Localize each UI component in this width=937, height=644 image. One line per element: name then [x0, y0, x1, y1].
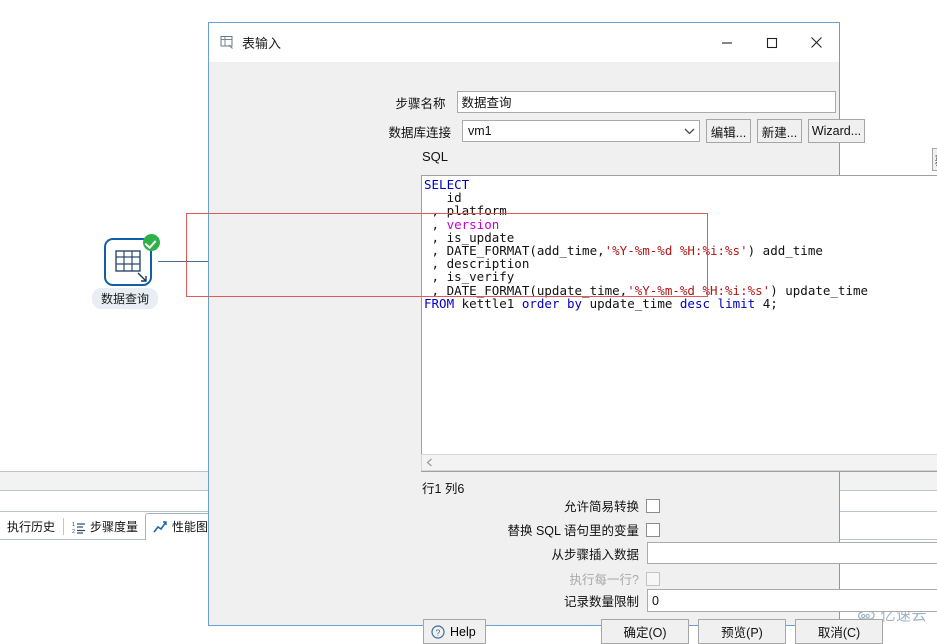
insert-from-step-select[interactable]	[647, 542, 937, 564]
tab-performance-graph-label: 性能图	[172, 520, 209, 534]
grid-glyph	[115, 250, 141, 272]
replace-variables-row: 替换 SQL 语句里的变量	[486, 520, 660, 539]
chevron-down-icon	[680, 121, 699, 141]
sql-token: FROM	[424, 295, 455, 311]
dialog-title: 表输入	[242, 36, 282, 51]
wizard-connection-button[interactable]: Wizard...	[808, 119, 865, 143]
sql-horizontal-scrollbar[interactable]	[421, 454, 937, 471]
scroll-left-icon[interactable]	[422, 455, 437, 470]
sql-section-label: SQL	[422, 149, 449, 164]
svg-text:2: 2	[72, 529, 75, 534]
window-controls	[704, 23, 839, 62]
sql-token: desc	[679, 295, 711, 311]
tab-step-metrics-label: 步骤度量	[90, 520, 139, 534]
question-circle-icon: ?	[431, 624, 445, 639]
step-name-label: 步骤名称	[395, 96, 446, 111]
allow-lazy-conversion-row: 允许简易转换	[561, 496, 660, 515]
sql-token: kettle1	[454, 295, 522, 311]
step-name-input[interactable]: 数据查询	[456, 91, 836, 113]
edit-connection-button[interactable]: 编辑...	[706, 119, 751, 143]
caret-position-status: 行1 列6	[422, 482, 465, 496]
database-connection-label: 数据库连接	[388, 125, 451, 140]
numbered-list-icon: 1 2	[72, 522, 86, 534]
database-connection-value: vm1	[468, 124, 492, 138]
sql-token: ) add_time	[747, 243, 823, 259]
cancel-button[interactable]: 取消(C)	[795, 619, 883, 644]
execute-each-row-label: 执行每一行?	[569, 573, 639, 587]
sql-token: ) update_time	[770, 282, 869, 298]
tab-execution-history[interactable]: 执行历史	[0, 514, 62, 540]
maximize-icon[interactable]	[749, 23, 794, 62]
row-limit-input[interactable]: 0	[647, 589, 937, 612]
insert-from-step-row: 从步骤插入数据	[549, 542, 937, 564]
tab-separator	[63, 518, 65, 535]
sql-token: order by	[521, 295, 583, 311]
tab-performance-graph[interactable]: 性能图	[145, 513, 217, 540]
line-chart-icon	[153, 520, 167, 532]
svg-text:1: 1	[72, 522, 75, 528]
row-limit-row: 记录数量限制 0	[557, 589, 937, 612]
step-connector-left	[0, 262, 106, 263]
tab-step-metrics[interactable]: 1 2 步骤度量	[65, 514, 145, 540]
sql-token: update_time	[582, 295, 680, 311]
svg-text:?: ?	[436, 627, 441, 637]
canvas-step-label: 数据查询	[92, 288, 159, 309]
sql-token: limit	[717, 295, 756, 311]
green-check-icon	[143, 234, 160, 251]
canvas-step-node[interactable]: 数据查询	[92, 234, 160, 309]
help-button-label: Help	[450, 624, 476, 639]
minimize-icon[interactable]	[704, 23, 749, 62]
replace-variables-checkbox[interactable]	[646, 522, 660, 537]
preview-button[interactable]: 预览(P)	[698, 619, 786, 644]
close-icon[interactable]	[794, 23, 839, 62]
sql-token: '%Y-%m-%d %H:%i:%s'	[604, 243, 748, 259]
ok-button[interactable]: 确定(O)	[601, 619, 689, 644]
dialog-action-buttons: 确定(O) 预览(P) 取消(C)	[601, 619, 883, 644]
new-connection-button[interactable]: 新建...	[757, 119, 802, 143]
dialog-titlebar[interactable]: 表输入	[209, 23, 839, 62]
arrow-down-right-icon	[137, 272, 147, 282]
execute-each-row-checkbox	[646, 571, 660, 586]
help-button[interactable]: ? Help	[423, 619, 486, 644]
sql-editor[interactable]: SELECT id , platform , version , is_upda…	[421, 175, 937, 472]
sql-editor-content: SELECT id , platform , version , is_upda…	[424, 178, 937, 310]
bottom-tab-strip: 执行历史 1 2 步骤度量 性能图	[0, 512, 217, 540]
tab-execution-history-label: 执行历史	[7, 520, 56, 534]
table-input-dialog: 表输入 步骤名称 数据查询 数据库连接 vm1 编辑... 新建... Wiza…	[208, 22, 937, 644]
sql-token: 4;	[755, 295, 778, 311]
row-limit-label: 记录数量限制	[563, 595, 639, 609]
allow-lazy-conversion-label: 允许简易转换	[563, 500, 639, 514]
execute-each-row-row: 执行每一行?	[563, 569, 660, 588]
database-connection-select[interactable]: vm1	[462, 120, 700, 142]
get-sql-query-button[interactable]: 获取SQL查询语句...	[932, 148, 937, 171]
step-name-row: 步骤名称 数据查询	[366, 91, 836, 113]
replace-variables-label: 替换 SQL 语句里的变量	[507, 524, 640, 538]
allow-lazy-conversion-checkbox[interactable]	[646, 498, 660, 513]
database-connection-row: 数据库连接 vm1 编辑... 新建... Wizard...	[366, 119, 865, 143]
insert-from-step-label: 从步骤插入数据	[551, 547, 639, 562]
table-input-icon	[220, 36, 233, 49]
